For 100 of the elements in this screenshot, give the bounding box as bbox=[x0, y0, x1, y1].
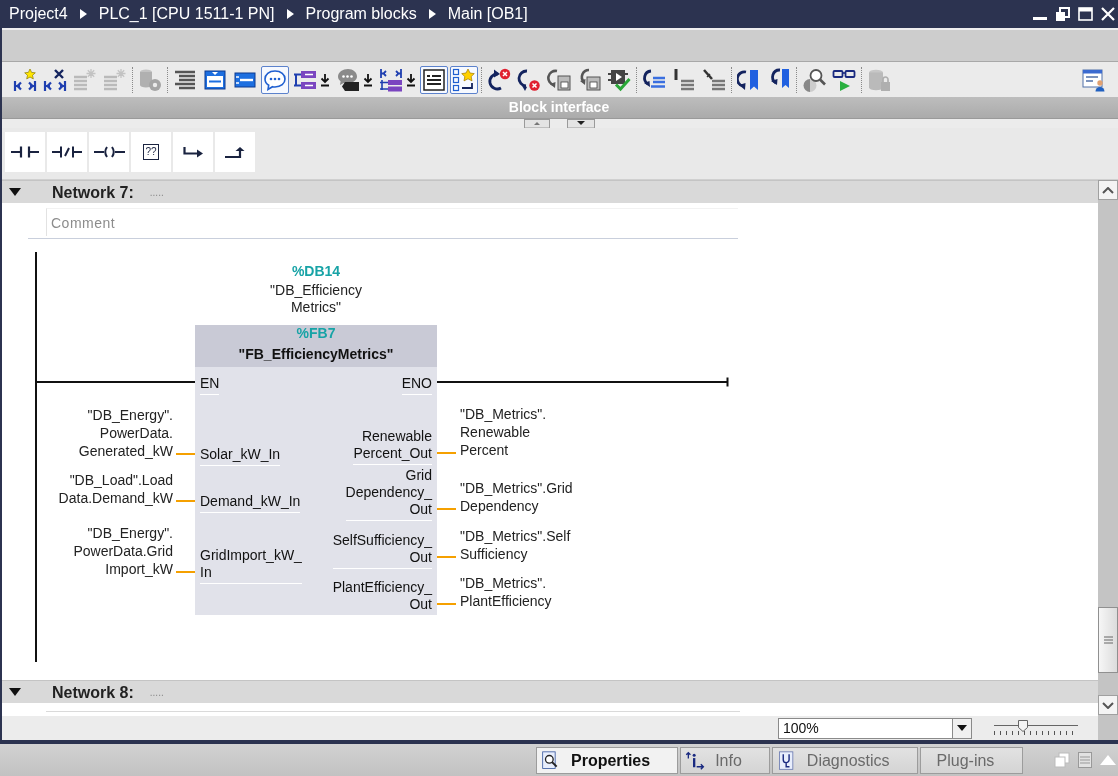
block-name: "FB_EfficiencyMetrics" bbox=[238, 345, 394, 364]
network-tag-icon bbox=[379, 67, 403, 92]
caret-down-icon bbox=[957, 725, 967, 731]
inspector-tab[interactable]: Diagnostics bbox=[771, 747, 918, 774]
down-arrow-icon bbox=[320, 72, 330, 87]
toolbar-button[interactable] bbox=[450, 65, 478, 94]
inspector-tab[interactable]: Plug-ins bbox=[919, 747, 1024, 774]
open-branch-button[interactable] bbox=[173, 132, 213, 172]
splitter-up-icon[interactable] bbox=[523, 119, 550, 128]
pin-label: Demand_kW_In bbox=[200, 492, 301, 513]
arrow-bookmark-icon bbox=[737, 67, 761, 92]
operand-label: "DB_Metrics".Self Sufficiency bbox=[460, 527, 571, 563]
operand-label: "DB_Energy". PowerData. Generated_kW bbox=[78, 406, 173, 460]
separator-arrow-icon bbox=[286, 9, 294, 19]
pin-wire bbox=[437, 603, 456, 605]
operand-label: "DB_Energy". PowerData.Grid Import_kW bbox=[73, 524, 173, 578]
disclosure-triangle-icon[interactable] bbox=[9, 188, 21, 196]
down-arrow-icon bbox=[406, 72, 416, 87]
down-arrow-icon bbox=[363, 72, 373, 87]
speech-tag-icon bbox=[336, 67, 360, 92]
coil-button[interactable] bbox=[89, 132, 129, 172]
negated-contact-button[interactable] bbox=[47, 132, 87, 172]
database-lock-icon bbox=[867, 67, 891, 92]
grip-lines-icon bbox=[1103, 636, 1113, 644]
arrow-cross-icon bbox=[487, 67, 511, 92]
separator-arrow-icon bbox=[79, 9, 87, 19]
scroll-down-button[interactable] bbox=[1098, 695, 1118, 715]
pin-label: Grid Dependency_ Out bbox=[345, 466, 432, 521]
branch-open-icon bbox=[183, 146, 203, 158]
pin-wire bbox=[437, 556, 456, 558]
scrollbar-thumb[interactable] bbox=[1098, 607, 1118, 673]
empty-box-button[interactable]: ?? bbox=[131, 132, 171, 172]
pin-label: GridImport_kW_ In bbox=[200, 546, 302, 584]
operand-label: "DB_Metrics".Grid Dependency bbox=[460, 479, 573, 515]
rows-sparkle-icon bbox=[103, 67, 127, 92]
maximize-icon[interactable] bbox=[1078, 7, 1093, 21]
operand-label: "DB_Load".Load Data.Demand_kW bbox=[58, 471, 173, 507]
toolbar-button[interactable] bbox=[420, 65, 448, 94]
pin-wire bbox=[176, 571, 195, 573]
breadcrumb-item[interactable]: Main [OB1] bbox=[447, 4, 528, 24]
network-cross-icon bbox=[43, 67, 67, 92]
bar-lines-icon bbox=[672, 67, 696, 92]
operand-label: "DB_Metrics". PlantEfficiency bbox=[460, 574, 552, 610]
chevron-up-icon bbox=[1102, 186, 1114, 194]
negated-contact-icon bbox=[52, 146, 82, 158]
pin-wire bbox=[176, 500, 195, 502]
operand-label: "DB_Metrics". Renewable Percent bbox=[460, 405, 547, 459]
info-arrows-icon bbox=[685, 750, 706, 771]
close-icon[interactable] bbox=[1101, 7, 1115, 21]
disclosure-triangle-icon[interactable] bbox=[9, 688, 21, 696]
star-grid-icon bbox=[452, 67, 476, 92]
chip-check-icon bbox=[607, 67, 631, 92]
list-icon bbox=[422, 67, 446, 92]
splitter-down-icon[interactable] bbox=[566, 119, 595, 128]
arrow-cross-icon bbox=[517, 67, 541, 92]
speech-bubble-icon bbox=[263, 67, 287, 92]
rows-sparkle-icon bbox=[73, 67, 97, 92]
block-address: %FB7 bbox=[296, 325, 336, 342]
pin-label: Solar_kW_In bbox=[200, 445, 281, 466]
glasses-play-icon bbox=[832, 67, 856, 92]
pin-label: ENO bbox=[401, 374, 432, 395]
window-user-icon bbox=[1082, 67, 1106, 92]
database-gear-icon bbox=[138, 67, 162, 92]
contact-button[interactable] bbox=[5, 132, 45, 172]
close-branch-button[interactable] bbox=[215, 132, 255, 172]
inspector-tab[interactable]: Info bbox=[680, 747, 770, 774]
comment-field[interactable]: Comment bbox=[46, 208, 738, 236]
breadcrumb-item[interactable]: PLC_1 [CPU 1511-1 PN] bbox=[98, 4, 275, 24]
dropdown-button[interactable] bbox=[952, 717, 972, 739]
inspector-tab[interactable]: Properties bbox=[536, 747, 679, 774]
network-header[interactable]: Network 8: ..... bbox=[0, 680, 1098, 703]
zoom-field[interactable]: 100% bbox=[778, 717, 952, 739]
pin-label: SelfSufficiency_ Out bbox=[332, 531, 432, 569]
window-panel-icon bbox=[203, 67, 227, 92]
pin-wire bbox=[437, 452, 456, 454]
branch-close-icon bbox=[225, 146, 245, 158]
network-header[interactable]: Network 7: ..... bbox=[0, 180, 1098, 203]
contact-icon bbox=[11, 146, 39, 158]
pin-label: Renewable Percent_Out bbox=[353, 427, 432, 465]
network-title: Network 7: bbox=[52, 182, 134, 202]
arrow-chip-icon bbox=[547, 67, 571, 92]
instance-db-address: %DB14 bbox=[291, 262, 341, 280]
network-title: Network 8: bbox=[52, 682, 134, 702]
pin-label: PlantEfficiency_ Out bbox=[332, 578, 432, 616]
pin-label: EN bbox=[200, 374, 220, 395]
network-star-icon bbox=[13, 67, 37, 92]
chevron-down-icon bbox=[1102, 701, 1114, 709]
magnifier-icon bbox=[802, 67, 826, 92]
breadcrumb-item[interactable]: Program blocks bbox=[305, 4, 417, 24]
pin-wire bbox=[176, 453, 195, 455]
slash-lines-icon bbox=[702, 67, 726, 92]
restore-icon[interactable] bbox=[1055, 6, 1070, 22]
slider-thumb[interactable] bbox=[1018, 720, 1029, 732]
block-interface-label: Block interface bbox=[508, 99, 610, 116]
instance-db-name: "DB_Efficiency Metrics" bbox=[270, 282, 362, 316]
separator-arrow-icon bbox=[428, 9, 436, 19]
scrollbar-track[interactable] bbox=[1098, 180, 1118, 740]
coil-icon bbox=[93, 146, 125, 158]
breadcrumb-item[interactable]: Project4 bbox=[9, 4, 68, 24]
scroll-up-button[interactable] bbox=[1098, 180, 1118, 200]
